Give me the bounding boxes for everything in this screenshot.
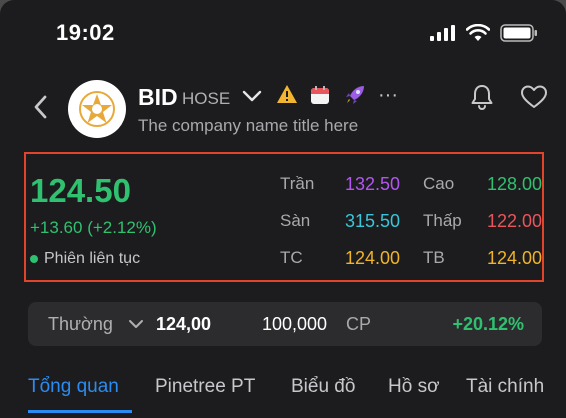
order-bar[interactable]: Thường 124,00 100,000 CP +20.12% bbox=[28, 302, 542, 346]
status-time: 19:02 bbox=[56, 20, 115, 45]
reference-value: 124.00 bbox=[344, 248, 400, 268]
reference-label: TC bbox=[280, 248, 303, 267]
stock-ticker[interactable]: BID bbox=[138, 84, 178, 111]
low-value: 122.00 bbox=[486, 211, 542, 231]
high-label: Cao bbox=[423, 174, 455, 193]
order-price[interactable]: 124,00 bbox=[156, 314, 211, 335]
star-logo-icon bbox=[79, 91, 115, 127]
ceiling-label: Trần bbox=[280, 174, 315, 193]
quote-panel: 124.50 +13.60 (+2.12%) Phiên liên tục Tr… bbox=[24, 152, 544, 282]
tab-overview[interactable]: Tổng quan bbox=[28, 376, 119, 398]
price-change: +13.60 (+2.12%) bbox=[30, 218, 157, 237]
current-price: 124.50 bbox=[30, 172, 131, 209]
tab-chart[interactable]: Biểu đồ bbox=[291, 376, 355, 398]
bell-icon[interactable] bbox=[468, 82, 496, 110]
company-name: The company name title here bbox=[138, 116, 359, 135]
stock-header: BID HOSE ··· The company name title here bbox=[0, 70, 566, 148]
heart-icon[interactable] bbox=[520, 84, 548, 110]
session-status-dot bbox=[30, 255, 38, 263]
more-icon[interactable]: ··· bbox=[378, 84, 398, 107]
order-type-select[interactable]: Thường bbox=[48, 314, 113, 335]
status-bar: 19:02 bbox=[0, 0, 566, 70]
status-icons bbox=[430, 24, 538, 42]
app-screen: 19:02 BID HOSE ··· The company name titl… bbox=[0, 0, 566, 418]
back-chevron-icon[interactable] bbox=[30, 94, 52, 120]
calendar-icon[interactable] bbox=[310, 85, 330, 105]
cellular-signal-icon bbox=[430, 25, 455, 41]
trading-session: Phiên liên tục bbox=[30, 250, 140, 268]
chevron-down-icon[interactable] bbox=[128, 318, 144, 330]
ceiling-value: 132.50 bbox=[344, 174, 400, 194]
active-tab-indicator bbox=[28, 410, 132, 413]
average-value: 124.00 bbox=[486, 248, 542, 268]
tab-financials[interactable]: Tài chính bbox=[466, 376, 544, 398]
session-label: Phiên liên tục bbox=[44, 250, 141, 267]
high-value: 128.00 bbox=[486, 174, 542, 194]
exchange-label: HOSE bbox=[182, 89, 231, 108]
tab-profile[interactable]: Hồ sơ bbox=[388, 376, 440, 398]
floor-value: 315.50 bbox=[344, 211, 400, 231]
average-label: TB bbox=[423, 248, 445, 267]
order-quantity[interactable]: 100,000 bbox=[262, 314, 327, 335]
chevron-down-icon[interactable] bbox=[242, 89, 262, 103]
company-logo bbox=[68, 80, 126, 138]
floor-label: Sàn bbox=[280, 211, 311, 230]
low-label: Thấp bbox=[423, 211, 462, 230]
tab-bar: Tổng quan Pinetree PT Biểu đồ Hồ sơ Tài … bbox=[0, 364, 566, 418]
rocket-icon[interactable] bbox=[344, 84, 366, 106]
battery-icon bbox=[500, 24, 537, 42]
order-unit: CP bbox=[346, 314, 372, 334]
tab-pinetree-pt[interactable]: Pinetree PT bbox=[155, 376, 255, 398]
order-percent: +20.12% bbox=[452, 314, 524, 334]
wifi-icon bbox=[466, 24, 490, 41]
warning-icon[interactable] bbox=[276, 84, 298, 104]
